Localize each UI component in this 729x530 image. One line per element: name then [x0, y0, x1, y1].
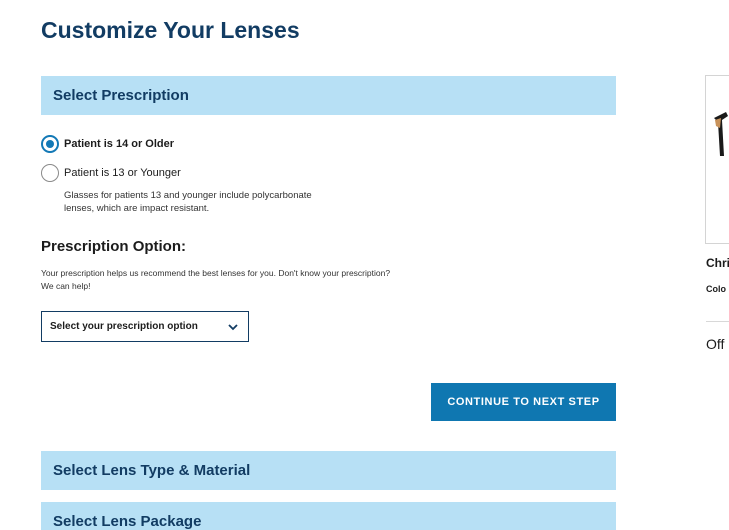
prescription-option-select[interactable]: Select your prescription option: [41, 311, 249, 342]
continue-to-next-step-button[interactable]: CONTINUE TO NEXT STEP: [431, 383, 616, 421]
radio-button[interactable]: [41, 164, 59, 182]
product-name: Chri: [706, 256, 729, 270]
section-title: Select Prescription: [53, 87, 189, 104]
product-color-label: Colo: [706, 284, 726, 294]
radio-button-selected[interactable]: [41, 135, 59, 153]
radio-label: Patient is 13 or Younger: [64, 167, 181, 179]
product-offer: Off: [706, 336, 725, 352]
select-value: Select your prescription option: [50, 321, 198, 332]
product-image-card: [705, 75, 729, 244]
prescription-option-heading: Prescription Option:: [41, 238, 187, 255]
section-select-prescription[interactable]: Select Prescription: [41, 76, 616, 115]
younger-patient-note: Glasses for patients 13 and younger incl…: [64, 190, 312, 214]
eyeglasses-image: [714, 112, 728, 156]
section-title: Select Lens Package: [53, 513, 202, 530]
prescription-option-description: Your prescription helps us recommend the…: [41, 268, 391, 291]
section-select-lens-package[interactable]: Select Lens Package: [41, 502, 616, 530]
section-select-lens-type[interactable]: Select Lens Type & Material: [41, 451, 616, 490]
radio-dot: [46, 140, 54, 148]
section-title: Select Lens Type & Material: [53, 462, 251, 479]
radio-patient-13-or-younger[interactable]: Patient is 13 or Younger: [41, 164, 181, 182]
page-title: Customize Your Lenses: [41, 17, 300, 43]
radio-patient-14-or-older[interactable]: Patient is 14 or Older: [41, 135, 174, 153]
radio-label: Patient is 14 or Older: [64, 138, 175, 150]
divider: [706, 321, 729, 322]
chevron-down-icon: [228, 323, 238, 330]
